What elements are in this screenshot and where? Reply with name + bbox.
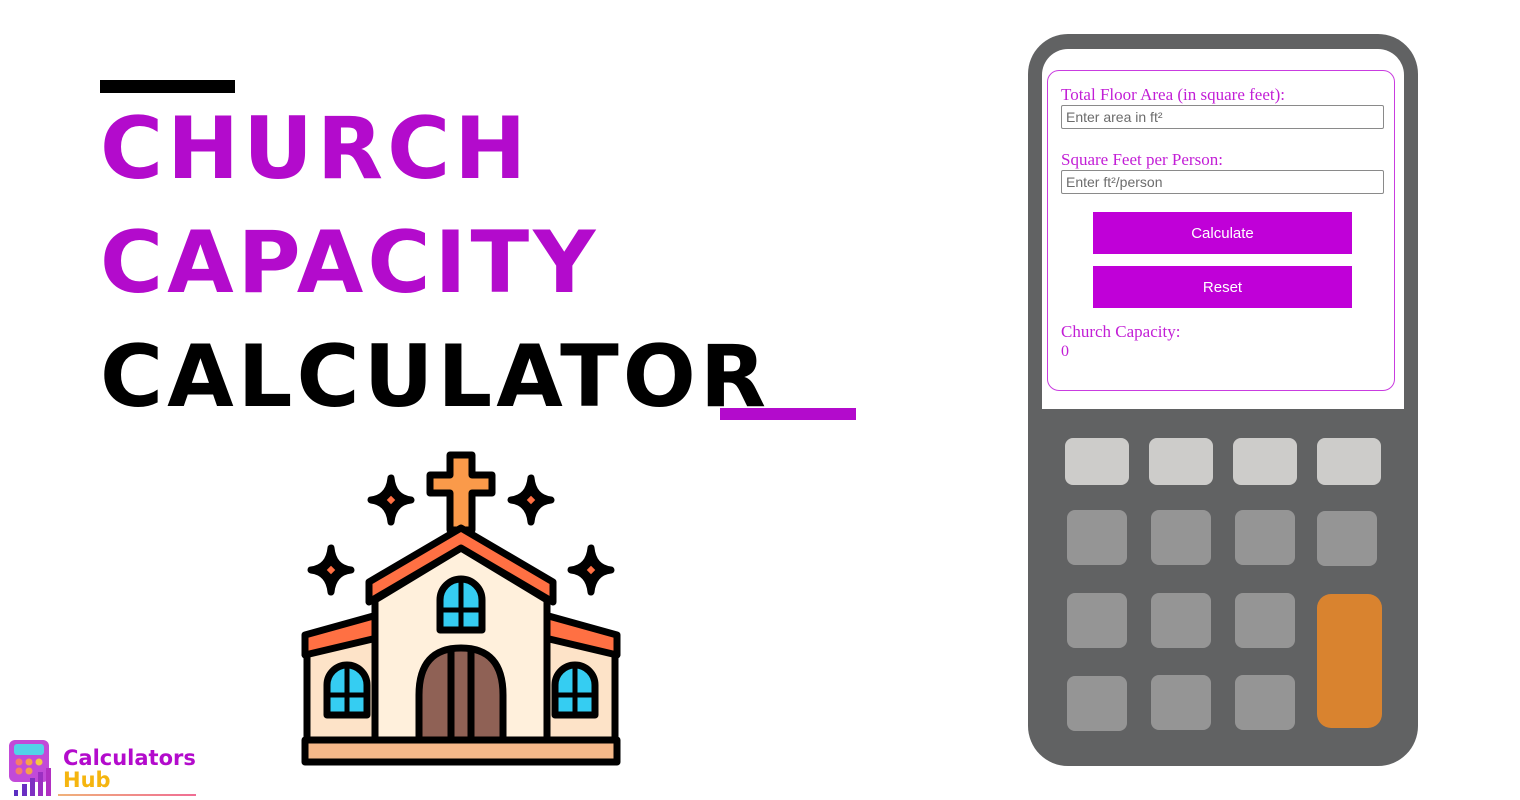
keypad-key bbox=[1067, 510, 1127, 565]
logo-text-calculators: Calculators bbox=[63, 746, 196, 770]
calculate-button[interactable]: Calculate bbox=[1093, 212, 1352, 254]
calculator-screen: Total Floor Area (in square feet): Squar… bbox=[1042, 49, 1404, 409]
headline-top-bar bbox=[100, 80, 235, 93]
keypad-key bbox=[1235, 510, 1295, 565]
headline-line-2: CAPACITY bbox=[100, 213, 600, 313]
sqft-per-person-label: Square Feet per Person: bbox=[1061, 150, 1223, 169]
church-icon bbox=[301, 451, 621, 766]
calculator-device: Total Floor Area (in square feet): Squar… bbox=[1028, 34, 1418, 766]
floor-area-input[interactable] bbox=[1061, 105, 1384, 129]
keypad-equals-key bbox=[1317, 594, 1382, 728]
keypad-key bbox=[1235, 675, 1295, 730]
calculator-form: Total Floor Area (in square feet): Squar… bbox=[1047, 70, 1395, 391]
result-value: 0 bbox=[1061, 343, 1069, 360]
headline-line-3: CALCULATOR bbox=[100, 327, 771, 427]
keypad-key bbox=[1235, 593, 1295, 648]
keypad-key bbox=[1317, 511, 1377, 566]
calculator-icon bbox=[9, 740, 51, 796]
logo-underline bbox=[58, 794, 196, 796]
keypad-key bbox=[1149, 438, 1213, 485]
keypad-key bbox=[1151, 675, 1211, 730]
keypad-key bbox=[1151, 593, 1211, 648]
headline-underline bbox=[720, 408, 856, 420]
keypad-key bbox=[1317, 438, 1381, 485]
keypad-key bbox=[1067, 593, 1127, 648]
headline-line-1: CHURCH bbox=[100, 99, 531, 199]
calculators-hub-logo[interactable]: Calculators Hub bbox=[6, 738, 196, 798]
cross-icon bbox=[426, 451, 496, 534]
floor-area-label: Total Floor Area (in square feet): bbox=[1061, 85, 1285, 104]
result-label: Church Capacity: bbox=[1061, 322, 1181, 341]
keypad-key bbox=[1233, 438, 1297, 485]
keypad-key bbox=[1067, 676, 1127, 731]
keypad-key bbox=[1065, 438, 1129, 485]
reset-button[interactable]: Reset bbox=[1093, 266, 1352, 308]
keypad-key bbox=[1151, 510, 1211, 565]
sqft-per-person-input[interactable] bbox=[1061, 170, 1384, 194]
logo-text-hub: Hub bbox=[63, 768, 111, 792]
